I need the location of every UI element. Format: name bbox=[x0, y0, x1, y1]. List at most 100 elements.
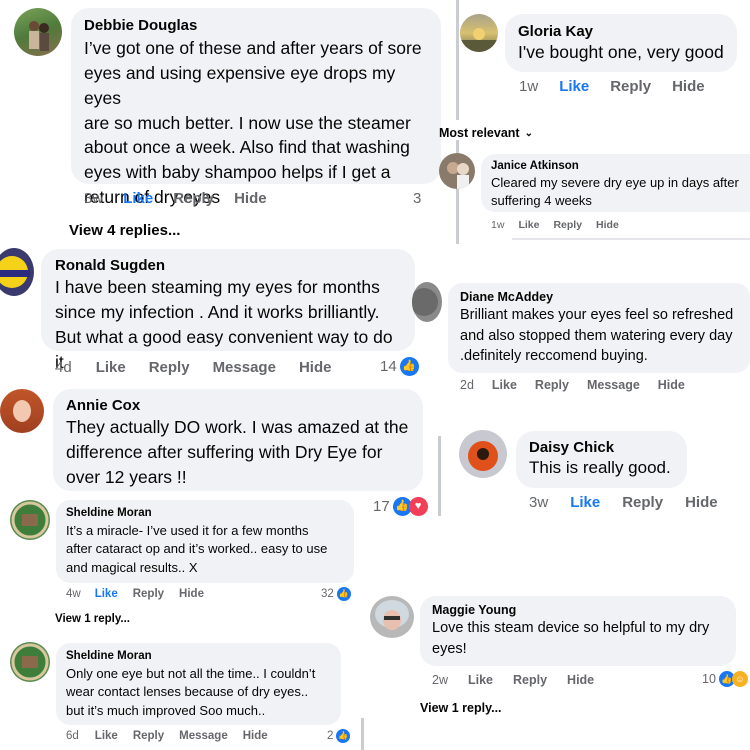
view-replies-link[interactable]: View 4 replies... bbox=[69, 222, 180, 239]
comment-bubble: Annie Cox They actually DO work. I was a… bbox=[53, 389, 423, 491]
comment-time[interactable]: 1w bbox=[519, 78, 538, 95]
hide-button[interactable]: Hide bbox=[658, 378, 685, 392]
divider bbox=[438, 436, 441, 516]
avatar-photo-icon bbox=[13, 400, 31, 422]
comment-text: about once a week. Also find that washin… bbox=[84, 137, 410, 158]
avatar-photo-icon bbox=[375, 600, 409, 630]
comment-author[interactable]: Annie Cox bbox=[66, 397, 410, 414]
reply-button[interactable]: Reply bbox=[553, 219, 582, 231]
comment-time[interactable]: 2w bbox=[432, 673, 448, 687]
reaction-count[interactable]: 3 bbox=[413, 190, 421, 207]
reply-button[interactable]: Reply bbox=[513, 673, 547, 687]
comment-text: difference after suffering with Dry Eye … bbox=[66, 441, 383, 462]
reply-button[interactable]: Reply bbox=[535, 378, 569, 392]
avatar[interactable] bbox=[10, 500, 50, 540]
comment-text: eyes with baby shampoo helps if I get a bbox=[84, 162, 391, 183]
hide-button[interactable]: Hide bbox=[243, 730, 268, 742]
like-button[interactable]: Like bbox=[123, 190, 153, 207]
like-button[interactable]: Like bbox=[518, 219, 539, 231]
divider bbox=[456, 0, 459, 120]
view-replies-link[interactable]: View 1 reply... bbox=[420, 701, 502, 715]
avatar-photo-icon bbox=[468, 441, 498, 471]
sort-label: Most relevant bbox=[439, 126, 520, 140]
avatar-logo-icon bbox=[11, 501, 49, 539]
comment-author[interactable]: Gloria Kay bbox=[518, 23, 724, 40]
hide-button[interactable]: Hide bbox=[179, 588, 204, 600]
reply-button[interactable]: Reply bbox=[133, 588, 164, 600]
avatar[interactable] bbox=[0, 248, 34, 296]
reply-button[interactable]: Reply bbox=[173, 190, 214, 207]
like-button[interactable]: Like bbox=[570, 494, 600, 511]
comment-text: after cataract op and it’s worked.. easy… bbox=[66, 541, 328, 557]
avatar-logo-icon bbox=[0, 256, 30, 288]
avatar[interactable] bbox=[10, 642, 50, 682]
avatar[interactable] bbox=[412, 282, 442, 322]
comment-time[interactable]: 1w bbox=[491, 219, 504, 231]
comment-time[interactable]: 4w bbox=[66, 588, 81, 600]
comment-author[interactable]: Daisy Chick bbox=[529, 439, 674, 456]
reaction-count[interactable]: 32 bbox=[321, 588, 334, 600]
avatar[interactable] bbox=[370, 596, 414, 638]
comment-author[interactable]: Maggie Young bbox=[432, 603, 724, 617]
like-button[interactable]: Like bbox=[468, 673, 493, 687]
reaction-count[interactable]: 2 bbox=[327, 730, 333, 742]
comment-text: and magical results.. X bbox=[66, 559, 198, 575]
comment-text: over 12 years !! bbox=[66, 466, 187, 487]
divider bbox=[512, 238, 750, 240]
comment-author[interactable]: Sheldine Moran bbox=[66, 650, 331, 662]
comment-text: It’s a miracle- I’ve used it for a few m… bbox=[66, 523, 309, 538]
comment-author[interactable]: Janice Atkinson bbox=[491, 160, 750, 172]
reply-button[interactable]: Reply bbox=[622, 494, 663, 511]
reaction-count[interactable]: 14 bbox=[380, 358, 397, 375]
hide-button[interactable]: Hide bbox=[685, 494, 718, 511]
hide-button[interactable]: Hide bbox=[299, 359, 332, 376]
like-button[interactable]: Like bbox=[559, 78, 589, 95]
comment-author[interactable]: Sheldine Moran bbox=[66, 507, 344, 519]
comment-text: but it’s much improved Soo much.. bbox=[66, 702, 266, 718]
comment-bubble: Janice Atkinson Cleared my severe dry ey… bbox=[481, 154, 750, 212]
comment-time[interactable]: 3w bbox=[529, 494, 548, 511]
hide-button[interactable]: Hide bbox=[234, 190, 267, 207]
reaction-count[interactable]: 10 bbox=[702, 672, 716, 686]
avatar[interactable] bbox=[439, 153, 475, 189]
message-button[interactable]: Message bbox=[213, 359, 276, 376]
comment-bubble: Debbie Douglas I’ve got one of these and… bbox=[71, 8, 441, 207]
comment-text: I have been steaming my eyes for months bbox=[55, 277, 380, 297]
chevron-down-icon: ⌄ bbox=[524, 127, 533, 139]
comment-text: are so much better. I now use the steame… bbox=[84, 112, 411, 133]
avatar[interactable] bbox=[460, 14, 498, 52]
avatar[interactable] bbox=[459, 430, 507, 478]
view-replies-link[interactable]: View 1 reply... bbox=[55, 613, 130, 625]
message-button[interactable]: Message bbox=[179, 730, 228, 742]
reply-button[interactable]: Reply bbox=[610, 78, 651, 95]
comment-author[interactable]: Diane McAddey bbox=[460, 290, 738, 304]
avatar[interactable] bbox=[0, 389, 44, 433]
comment-time[interactable]: 2d bbox=[460, 378, 474, 392]
comment-bubble: Sheldine Moran Only one eye but not all … bbox=[56, 643, 341, 725]
avatar-photo-icon bbox=[447, 162, 469, 189]
like-button[interactable]: Like bbox=[95, 730, 118, 742]
sort-dropdown[interactable]: Most relevant ⌄ bbox=[439, 126, 533, 140]
heart-icon: ♥ bbox=[408, 497, 428, 516]
like-button[interactable]: Like bbox=[96, 359, 126, 376]
divider bbox=[361, 718, 364, 750]
comment-author[interactable]: Debbie Douglas bbox=[84, 17, 428, 34]
comment-time[interactable]: 6d bbox=[66, 730, 79, 742]
comment-text: Only one eye but not all the time.. I co… bbox=[66, 666, 316, 681]
comment-author[interactable]: Ronald Sugden bbox=[55, 257, 401, 274]
comment-time[interactable]: 4d bbox=[55, 359, 72, 376]
comment-time[interactable]: 3w bbox=[84, 190, 103, 207]
hide-button[interactable]: Hide bbox=[672, 78, 705, 95]
comment-text: and also stopped them watering every day bbox=[460, 327, 733, 344]
like-button[interactable]: Like bbox=[492, 378, 517, 392]
avatar[interactable] bbox=[14, 8, 62, 56]
message-button[interactable]: Message bbox=[587, 378, 640, 392]
hide-button[interactable]: Hide bbox=[596, 219, 619, 231]
reaction-count[interactable]: 17 bbox=[373, 498, 390, 515]
comment-text: This is really good. bbox=[529, 458, 671, 477]
comment-text: suffering 4 weeks bbox=[491, 193, 592, 209]
reply-button[interactable]: Reply bbox=[149, 359, 190, 376]
like-button[interactable]: Like bbox=[95, 588, 118, 600]
reply-button[interactable]: Reply bbox=[133, 730, 164, 742]
hide-button[interactable]: Hide bbox=[567, 673, 594, 687]
